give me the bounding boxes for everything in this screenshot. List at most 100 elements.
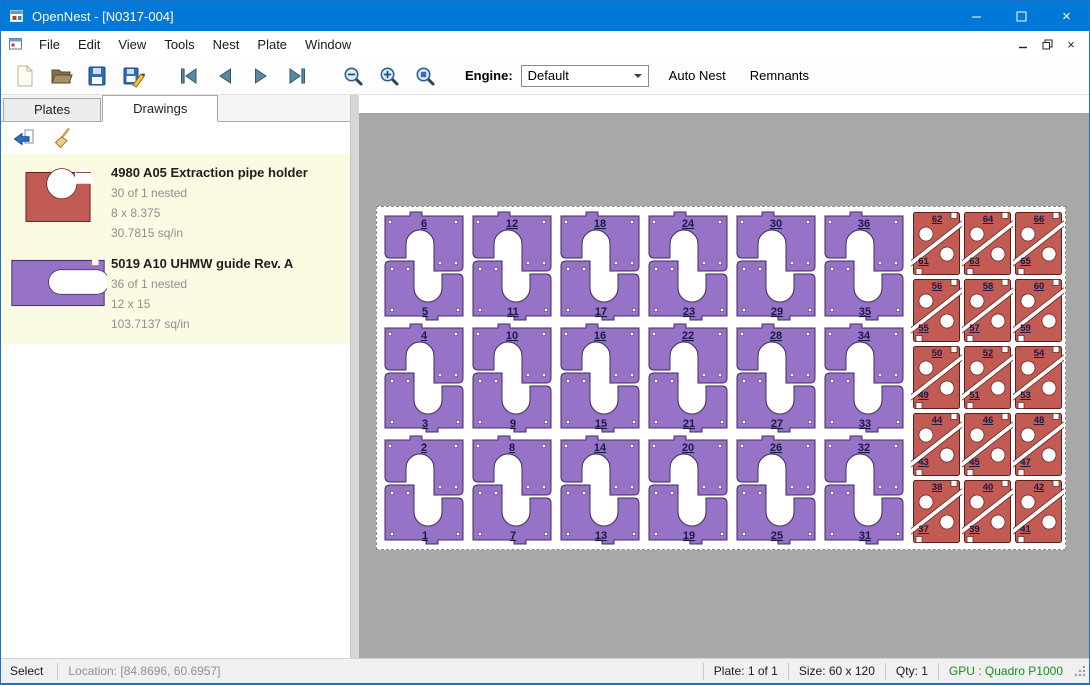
zoom-fit-button[interactable]: [407, 60, 443, 92]
nested-part-pair[interactable]: 4645: [962, 411, 1013, 478]
drawing-nested-count: 36 of 1 nested: [111, 274, 342, 294]
menu-item-window[interactable]: Window: [296, 31, 360, 57]
auto-nest-button[interactable]: Auto Nest: [665, 65, 730, 86]
nested-part-pair[interactable]: 1615: [556, 322, 644, 434]
part-number: 64: [983, 214, 994, 225]
part-number: 42: [1034, 482, 1045, 493]
menu-item-edit[interactable]: Edit: [69, 31, 109, 57]
nested-part-pair[interactable]: 4847: [1013, 411, 1064, 478]
nested-part-pair[interactable]: 6261: [911, 210, 962, 277]
import-drawing-icon: [12, 126, 36, 150]
nested-part-pair[interactable]: 5453: [1013, 344, 1064, 411]
tab-drawings[interactable]: Drawings: [102, 95, 218, 122]
part-number: 17: [595, 306, 607, 318]
zoom-out-button[interactable]: [335, 60, 371, 92]
part-number: 60: [1034, 281, 1045, 292]
nested-part-pair[interactable]: 4039: [962, 478, 1013, 545]
open-file-button[interactable]: [43, 60, 79, 92]
nested-part-pair[interactable]: 4443: [911, 411, 962, 478]
engine-select[interactable]: Default: [521, 65, 649, 87]
nested-part-pair[interactable]: 1413: [556, 434, 644, 546]
nested-part-pair[interactable]: 2019: [644, 434, 732, 546]
zoom-in-button[interactable]: [371, 60, 407, 92]
nested-part-pair[interactable]: 87: [468, 434, 556, 546]
menu-item-tools[interactable]: Tools: [155, 31, 203, 57]
nested-part-pair[interactable]: 5655: [911, 277, 962, 344]
menu-item-nest[interactable]: Nest: [204, 31, 249, 57]
tab-plates[interactable]: Plates: [3, 98, 101, 121]
nested-part-pair[interactable]: 1211: [468, 210, 556, 322]
app-window: OpenNest - [N0317-004] × File Edit View …: [0, 0, 1090, 685]
part-number: 44: [932, 415, 943, 426]
part-number: 6: [421, 218, 427, 230]
nested-part-pair[interactable]: 5251: [962, 344, 1013, 411]
part-number: 55: [918, 323, 929, 334]
mdi-close-button[interactable]: ×: [1059, 34, 1083, 54]
panel-splitter[interactable]: [351, 95, 359, 658]
nested-part-pair[interactable]: 2625: [732, 434, 820, 546]
save-as-button[interactable]: [115, 60, 151, 92]
menu-item-plate[interactable]: Plate: [248, 31, 296, 57]
nested-part-pair[interactable]: 109: [468, 322, 556, 434]
resize-grip-icon[interactable]: [1073, 663, 1087, 679]
import-drawing-button[interactable]: [9, 124, 39, 152]
new-file-button[interactable]: [7, 60, 43, 92]
part-number: 3: [422, 418, 428, 430]
status-plate: Plate: 1 of 1: [704, 664, 788, 678]
menu-item-view[interactable]: View: [109, 31, 155, 57]
nested-part-pair[interactable]: 6665: [1013, 210, 1064, 277]
left-panel: Plates Drawings: [1, 95, 351, 658]
zoom-in-icon: [378, 65, 400, 87]
statusbar: Select Location: [84.8696, 60.6957] Plat…: [1, 658, 1089, 683]
drawing-list-item[interactable]: 5019 A10 UHMW guide Rev. A 36 of 1 neste…: [1, 247, 350, 338]
nested-part-pair[interactable]: 5857: [962, 277, 1013, 344]
part-number: 32: [858, 442, 870, 454]
nested-part-pair[interactable]: 34 33: [820, 322, 908, 434]
save-button[interactable]: [79, 60, 115, 92]
drawing-title: 5019 A10 UHMW guide Rev. A: [111, 254, 342, 274]
nested-part-pair[interactable]: 43: [380, 322, 468, 434]
part-number: 51: [969, 390, 980, 401]
nested-part-pair[interactable]: 6463: [962, 210, 1013, 277]
save-icon: [85, 64, 109, 88]
maximize-icon: [1016, 11, 1027, 22]
nested-part-pair[interactable]: 6059: [1013, 277, 1064, 344]
nested-part-pair[interactable]: 3029: [732, 210, 820, 322]
drawing-size: 8 x 8.375: [111, 203, 342, 223]
nested-part-pair[interactable]: 2221: [644, 322, 732, 434]
nested-part-pair[interactable]: 2827: [732, 322, 820, 434]
nav-next-button[interactable]: [243, 60, 279, 92]
nest-canvas[interactable]: 6512111817242330293635431091615222128273…: [359, 95, 1089, 658]
nested-part-pair[interactable]: 2423: [644, 210, 732, 322]
part-number: 34: [858, 330, 871, 342]
nested-part-pair[interactable]: 5049: [911, 344, 962, 411]
part-number: 18: [594, 218, 606, 230]
part-number: 30: [770, 218, 782, 230]
part-number: 41: [1020, 524, 1031, 535]
nested-part-pair[interactable]: 21: [380, 434, 468, 546]
mdi-minimize-button[interactable]: [1011, 34, 1035, 54]
mdi-restore-button[interactable]: [1035, 34, 1059, 54]
remnants-button[interactable]: Remnants: [746, 65, 813, 86]
maximize-button[interactable]: [999, 1, 1044, 31]
menu-item-file[interactable]: File: [30, 31, 69, 57]
nested-part-pair[interactable]: 3635: [820, 210, 908, 322]
nested-part-pair[interactable]: 1817: [556, 210, 644, 322]
nested-part-pair[interactable]: 3837: [911, 478, 962, 545]
nested-part-pair[interactable]: 3231: [820, 434, 908, 546]
drawing-list-item[interactable]: 4980 A05 Extraction pipe holder 30 of 1 …: [1, 156, 350, 247]
close-button[interactable]: ×: [1044, 1, 1089, 31]
nest-plate[interactable]: 6512111817242330293635431091615222128273…: [376, 206, 1066, 550]
clear-drawings-button[interactable]: [49, 124, 79, 152]
close-icon: ×: [1067, 37, 1075, 52]
nav-next-icon: [250, 65, 272, 87]
nav-first-button[interactable]: [171, 60, 207, 92]
nav-last-button[interactable]: [279, 60, 315, 92]
part-number: 7: [510, 530, 516, 542]
minimize-button[interactable]: [954, 1, 999, 31]
nav-prev-button[interactable]: [207, 60, 243, 92]
part-number: 38: [932, 482, 943, 493]
nested-part-pair[interactable]: 65: [380, 210, 468, 322]
nested-part-pair[interactable]: 42 41: [1013, 478, 1064, 545]
part-number: 33: [859, 418, 871, 430]
